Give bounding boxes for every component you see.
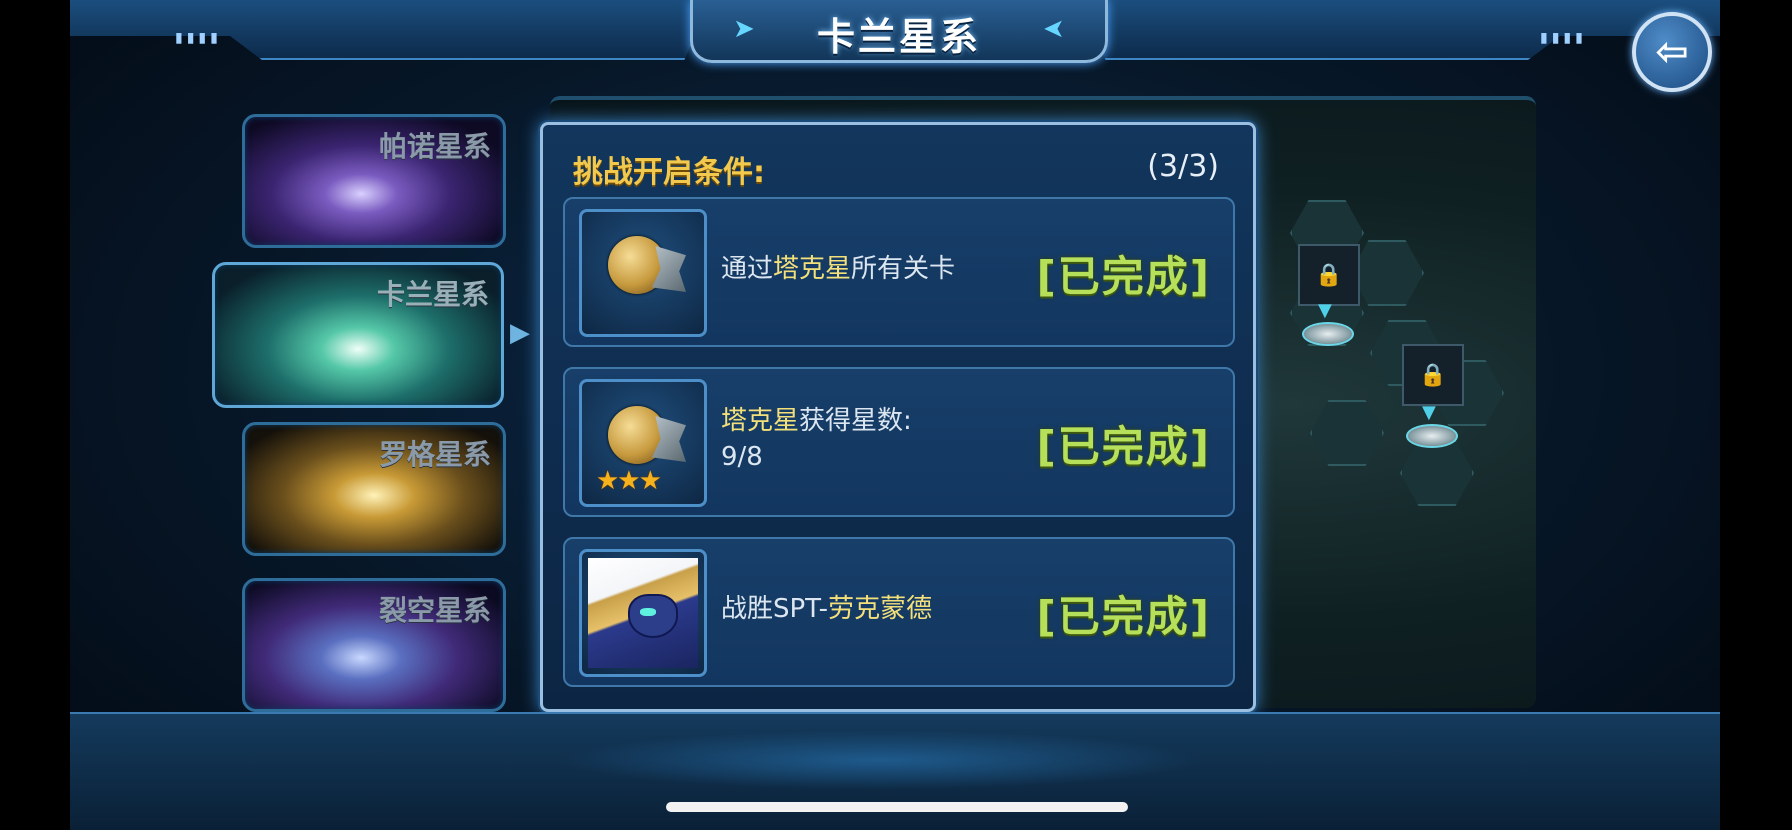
down-arrow-icon: ▼ xyxy=(1318,300,1332,321)
condition-highlight: 塔克星 xyxy=(773,254,852,284)
condition-text: 战胜SPT-劳克蒙德 xyxy=(721,591,932,627)
condition-row: ★★★ 塔克星获得星数: 9/8 [已完成] xyxy=(563,367,1235,517)
decor-dots: ▮▮▮▮ xyxy=(175,30,222,46)
condition-text-suffix: 所有关卡 xyxy=(851,254,956,284)
back-arrow-icon: ⇦ xyxy=(1655,29,1689,75)
arrow-left-icon: ➤ xyxy=(1043,14,1065,44)
back-button[interactable]: ⇦ xyxy=(1632,12,1712,92)
condition-text-suffix: 获得星数: xyxy=(799,406,912,436)
lock-icon: 🔒 xyxy=(1315,262,1343,288)
map-hex xyxy=(1400,440,1474,506)
condition-text: 通过塔克星所有关卡 xyxy=(721,251,955,287)
level-pad[interactable] xyxy=(1406,424,1458,448)
star-count: 9/8 xyxy=(721,442,763,472)
condition-text: 塔克星获得星数: 9/8 xyxy=(721,403,912,475)
conditions-count: (3/3) xyxy=(1147,149,1219,184)
galaxy-tab-kalan[interactable]: 卡兰星系 xyxy=(212,262,504,408)
locked-level-node[interactable]: 🔒 xyxy=(1402,344,1464,406)
condition-text-prefix: 战胜SPT- xyxy=(721,594,829,624)
condition-text-prefix: 通过 xyxy=(721,254,774,284)
galaxy-label: 帕诺星系 xyxy=(378,130,491,163)
three-stars-icon: ★★★ xyxy=(596,466,662,496)
completed-status: [已完成] xyxy=(1036,422,1211,471)
level-pad[interactable] xyxy=(1302,322,1354,346)
condition-row: 通过塔克星所有关卡 [已完成] xyxy=(563,197,1235,347)
galaxy-label: 罗格星系 xyxy=(378,438,491,471)
down-arrow-icon: ▼ xyxy=(1422,402,1436,423)
condition-row: 战胜SPT-劳克蒙德 [已完成] xyxy=(563,537,1235,687)
planet-stars-icon: ★★★ xyxy=(579,379,707,507)
map-hex xyxy=(1350,240,1424,306)
galaxy-tab-luoge[interactable]: 罗格星系 xyxy=(242,422,506,556)
map-hex xyxy=(1310,400,1384,466)
completed-status: [已完成] xyxy=(1036,592,1211,641)
title-plate: ➤ 卡兰星系 ➤ xyxy=(690,0,1108,63)
dialog-title: 挑战开启条件: xyxy=(573,155,765,190)
home-indicator[interactable] xyxy=(666,802,1128,812)
lock-icon: 🔒 xyxy=(1419,362,1447,388)
challenge-conditions-dialog: 挑战开启条件: (3/3) 通过塔克星所有关卡 [已完成] ★★★ 塔克星获得星… xyxy=(540,122,1256,712)
condition-highlight: 劳克蒙德 xyxy=(828,594,933,624)
galaxy-tab-liekong[interactable]: 裂空星系 xyxy=(242,578,506,712)
decor-dots: ▮▮▮▮ xyxy=(1540,30,1587,46)
galaxy-tab-pano[interactable]: 帕诺星系 xyxy=(242,114,506,248)
selected-arrow-icon: ▶ xyxy=(510,318,530,348)
condition-highlight: 塔克星 xyxy=(721,406,800,436)
completed-status: [已完成] xyxy=(1036,252,1211,301)
planet-icon xyxy=(579,209,707,337)
galaxy-label: 卡兰星系 xyxy=(376,278,489,311)
boss-portrait-icon xyxy=(579,549,707,677)
locked-level-node[interactable]: 🔒 xyxy=(1298,244,1360,306)
galaxy-label: 裂空星系 xyxy=(378,594,491,627)
console-glow xyxy=(560,730,1200,790)
